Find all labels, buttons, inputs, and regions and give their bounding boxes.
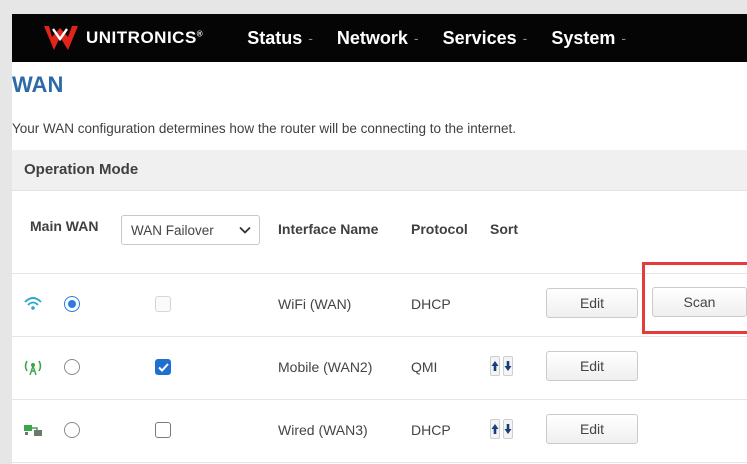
arrow-up-icon — [491, 361, 499, 371]
column-header-protocol: Protocol — [411, 221, 468, 237]
sort-up-button[interactable] — [490, 419, 500, 439]
column-header-interface-name: Interface Name — [278, 221, 379, 237]
section-title: Operation Mode — [24, 161, 139, 178]
table-row-wired: Wired (WAN3) DHCP Edit — [12, 400, 747, 458]
nav-system[interactable]: System - — [551, 28, 626, 49]
edit-button-wired[interactable]: Edit — [546, 414, 638, 444]
checkmark-icon — [157, 362, 169, 372]
wan-mode-select[interactable]: WAN Failover — [121, 215, 260, 245]
interface-protocol: DHCP — [411, 296, 451, 312]
mobile-antenna-icon — [23, 358, 43, 376]
window-frame-top — [0, 0, 747, 14]
arrow-down-icon — [504, 361, 512, 371]
dropdown-caret-icon: - — [621, 30, 627, 46]
window-frame-left — [0, 14, 12, 464]
column-header-main-wan: Main WAN — [30, 218, 99, 234]
dropdown-caret-icon: - — [413, 30, 419, 46]
operation-mode-header: Operation Mode — [12, 150, 747, 191]
wired-ethernet-icon — [23, 421, 43, 439]
interface-protocol: QMI — [411, 359, 438, 375]
enable-checkbox-wifi — [155, 296, 171, 312]
nav-status[interactable]: Status - — [247, 28, 313, 49]
enable-checkbox-wired[interactable] — [155, 422, 171, 438]
nav-network-label: Network — [336, 27, 408, 48]
main-wan-radio-mobile[interactable] — [64, 359, 80, 375]
sort-down-button[interactable] — [503, 419, 513, 439]
arrow-down-icon — [504, 424, 512, 434]
nav-network[interactable]: Network - — [337, 28, 419, 49]
nav-services[interactable]: Services - — [443, 28, 528, 49]
brand-name: UNITRONICS® — [86, 28, 204, 47]
page-title: WAN — [12, 72, 64, 97]
row-divider — [12, 462, 747, 463]
sort-controls-wired — [490, 419, 513, 439]
main-wan-radio-wifi[interactable] — [64, 296, 80, 312]
edit-button-mobile[interactable]: Edit — [546, 351, 638, 381]
arrow-up-icon — [491, 424, 499, 434]
chevron-down-icon — [239, 226, 251, 234]
main-wan-radio-wired[interactable] — [64, 422, 80, 438]
column-header-sort: Sort — [490, 221, 518, 237]
enable-checkbox-mobile[interactable] — [155, 359, 171, 375]
dropdown-caret-icon: - — [308, 30, 313, 46]
wan-mode-select-value: WAN Failover — [131, 222, 214, 238]
dropdown-caret-icon: - — [522, 30, 528, 46]
table-row-wifi: WiFi (WAN) DHCP Edit Scan — [12, 274, 747, 332]
interface-name: WiFi (WAN) — [278, 296, 352, 312]
sort-controls-mobile — [490, 356, 513, 376]
nav-services-label: Services — [442, 27, 517, 48]
nav-status-label: Status — [247, 27, 303, 48]
unitronics-logo-icon — [44, 26, 78, 50]
unitronics-logo[interactable]: UNITRONICS® — [42, 25, 203, 51]
page-description: Your WAN configuration determines how th… — [12, 121, 517, 136]
scan-button-highlight — [642, 262, 747, 334]
interface-name: Wired (WAN3) — [278, 422, 368, 438]
sort-up-button[interactable] — [490, 356, 500, 376]
nav-system-label: System — [551, 27, 616, 48]
interface-name: Mobile (WAN2) — [278, 359, 373, 375]
wifi-icon — [23, 295, 43, 313]
sort-down-button[interactable] — [503, 356, 513, 376]
table-row-mobile: Mobile (WAN2) QMI Edit — [12, 337, 747, 395]
top-navbar: UNITRONICS® Status - Network - Services … — [12, 14, 747, 62]
edit-button-wifi[interactable]: Edit — [546, 288, 638, 318]
interface-protocol: DHCP — [411, 422, 451, 438]
